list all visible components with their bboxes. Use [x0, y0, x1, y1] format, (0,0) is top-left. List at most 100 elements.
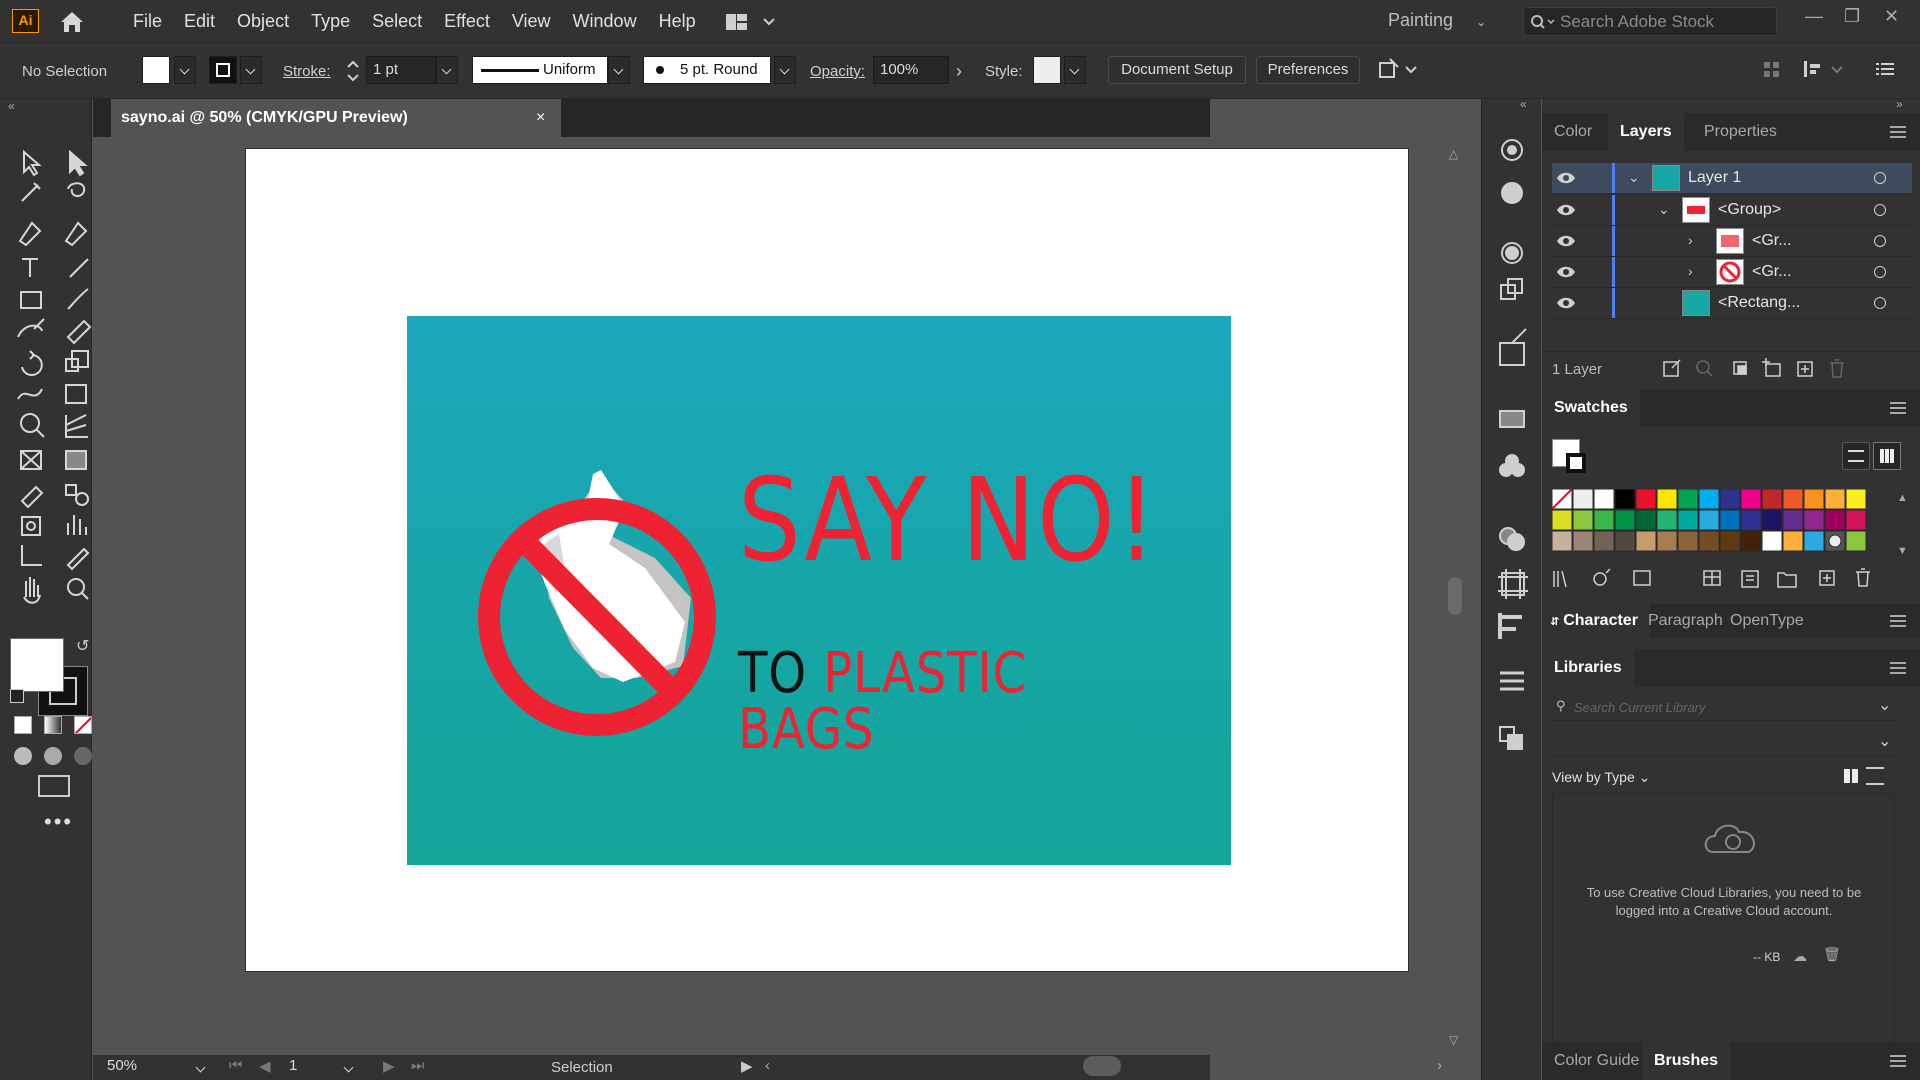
library-grid-view-icon[interactable] — [1842, 767, 1860, 785]
library-list-view-icon[interactable] — [1866, 767, 1884, 785]
stroke-stepper-icon[interactable] — [345, 58, 361, 84]
layer-name[interactable]: Layer 1 — [1688, 169, 1741, 187]
target-icon[interactable] — [1874, 266, 1886, 278]
brush-dropdown[interactable] — [774, 56, 796, 84]
eye-icon[interactable] — [1556, 203, 1576, 217]
menu-window[interactable]: Window — [562, 11, 648, 32]
first-artboard-icon[interactable]: ⏮ — [229, 1057, 243, 1074]
brush-definition[interactable]: 5 pt. Round — [643, 56, 771, 84]
draw-normal-icon[interactable] — [14, 747, 32, 765]
target-icon[interactable] — [1874, 297, 1886, 309]
scroll-down-icon[interactable]: ▽ — [1449, 1033, 1458, 1047]
layer-row[interactable]: <Rectang... — [1552, 288, 1912, 319]
previous-artboard-icon[interactable]: ◀ — [259, 1057, 271, 1075]
screen-mode-icon[interactable] — [38, 775, 70, 797]
stroke-weight-input[interactable]: 1 pt — [366, 56, 436, 84]
chevron-down-icon[interactable]: ⌄ — [1658, 201, 1670, 218]
tab-properties[interactable]: Properties — [1692, 113, 1789, 151]
gradient-panel-icon[interactable] — [1498, 404, 1526, 432]
vertical-scrollbar[interactable]: △ ▽ — [1443, 137, 1467, 1055]
collapse-panels-icon[interactable]: » — [1896, 97, 1903, 111]
menu-help[interactable]: Help — [648, 11, 707, 32]
close-tab-icon[interactable]: × — [536, 99, 545, 137]
transform-panel-icon[interactable] — [1498, 279, 1526, 307]
artboard-dropdown[interactable] — [339, 1055, 361, 1079]
fill-dropdown[interactable] — [174, 56, 196, 84]
eye-icon[interactable] — [1556, 265, 1576, 279]
align-icon[interactable] — [1762, 57, 1782, 81]
tab-brushes[interactable]: Brushes — [1642, 1042, 1731, 1080]
horizontal-scroll-thumb[interactable] — [1083, 1056, 1121, 1076]
chevron-right-icon[interactable]: › — [1688, 263, 1693, 279]
opacity-label[interactable]: Opacity: — [810, 63, 865, 80]
tab-libraries[interactable]: Libraries — [1542, 649, 1634, 687]
character-menu-icon[interactable] — [1890, 615, 1906, 627]
swatch-grid[interactable] — [1552, 489, 1892, 555]
document-setup-button[interactable]: Document Setup — [1108, 56, 1246, 84]
opacity-input[interactable]: 100% — [873, 56, 949, 84]
fill-swatch[interactable] — [142, 56, 170, 84]
search-adobe-stock-input[interactable]: Search Adobe Stock — [1523, 7, 1777, 36]
next-artboard-icon[interactable]: ▶ — [383, 1057, 395, 1075]
menu-view[interactable]: View — [501, 11, 562, 32]
stroke-dropdown[interactable] — [240, 56, 262, 84]
target-icon[interactable] — [1874, 235, 1886, 247]
layer-row[interactable]: ⌄ <Group> — [1552, 195, 1912, 226]
color-mode-icon[interactable] — [14, 716, 32, 734]
layer-name[interactable]: <Gr... — [1752, 263, 1792, 281]
target-icon[interactable] — [1874, 204, 1886, 216]
transparency-panel-icon[interactable] — [1498, 524, 1526, 552]
artboards-panel-icon[interactable] — [1498, 569, 1526, 597]
scroll-left-icon[interactable]: ‹ — [765, 1057, 770, 1074]
swatch-scroll-down-icon[interactable]: ▼ — [1897, 545, 1908, 557]
draw-inside-icon[interactable] — [74, 747, 92, 765]
layer-row[interactable]: › <Gr... — [1552, 257, 1912, 288]
status-menu-icon[interactable]: ▶ — [741, 1057, 753, 1075]
menu-effect[interactable]: Effect — [433, 11, 501, 32]
collapse-toolbar-icon[interactable]: « — [8, 99, 78, 113]
graphic-style-swatch[interactable] — [1033, 56, 1061, 84]
fill-color-front[interactable] — [10, 638, 64, 692]
appearance-panel-icon[interactable] — [1498, 136, 1526, 164]
arrange-documents-icon[interactable] — [724, 10, 782, 34]
libraries-menu-icon[interactable] — [1890, 662, 1906, 674]
stroke-panel-icon[interactable] — [1498, 669, 1526, 697]
swatch-stroke-indicator[interactable] — [1566, 453, 1586, 473]
chevron-down-icon[interactable]: ⌄ — [1878, 695, 1891, 715]
scroll-right-icon[interactable]: › — [1437, 1057, 1442, 1074]
tab-character[interactable]: ⇵ Character — [1542, 604, 1650, 638]
transform-options-icon[interactable] — [1376, 57, 1420, 83]
more-tools-icon[interactable]: ••• — [44, 809, 73, 835]
info-panel-icon[interactable] — [1498, 179, 1526, 207]
distribute-icon[interactable] — [1802, 57, 1846, 81]
symbols-panel-icon[interactable] — [1498, 454, 1526, 482]
last-artboard-icon[interactable]: ⏭ — [411, 1057, 425, 1074]
layer-name[interactable]: <Rectang... — [1718, 294, 1800, 312]
home-icon[interactable] — [58, 10, 86, 34]
layer-name[interactable]: <Group> — [1718, 201, 1781, 219]
layer-row[interactable]: ⌄ Layer 1 — [1552, 163, 1912, 194]
headline-say-no[interactable]: SAY NO! — [738, 464, 1158, 579]
none-mode-icon[interactable] — [74, 716, 92, 734]
poster-background[interactable]: SAY NO! TO PLASTIC BAGS — [407, 316, 1231, 865]
eye-icon[interactable] — [1556, 234, 1576, 248]
close-window-icon[interactable]: ✕ — [1884, 6, 1899, 27]
tab-layers[interactable]: Layers — [1608, 113, 1684, 151]
eye-icon[interactable] — [1556, 296, 1576, 310]
list-view-icon[interactable] — [1842, 442, 1870, 470]
tab-sayno[interactable]: sayno.ai @ 50% (CMYK/GPU Preview) — [111, 99, 561, 137]
subheadline[interactable]: TO PLASTIC BAGS — [738, 646, 1162, 758]
pathfinder-panel-icon[interactable] — [1498, 724, 1526, 752]
gradient-mode-icon[interactable] — [44, 716, 62, 734]
zoom-input[interactable]: 50% — [101, 1056, 163, 1078]
chevron-down-icon[interactable]: ⌄ — [1628, 169, 1640, 186]
preferences-button[interactable]: Preferences — [1256, 56, 1360, 84]
profile-dropdown[interactable] — [608, 56, 630, 84]
cloud-sync-icon[interactable]: ☁ — [1793, 948, 1807, 965]
layers-menu-icon[interactable] — [1890, 126, 1906, 138]
zoom-dropdown[interactable] — [191, 1055, 213, 1079]
swatches-menu-icon[interactable] — [1890, 402, 1906, 414]
swatch-scroll-up-icon[interactable]: ▲ — [1897, 492, 1908, 504]
default-colors-icon[interactable] — [10, 689, 24, 703]
menu-edit[interactable]: Edit — [173, 11, 226, 32]
